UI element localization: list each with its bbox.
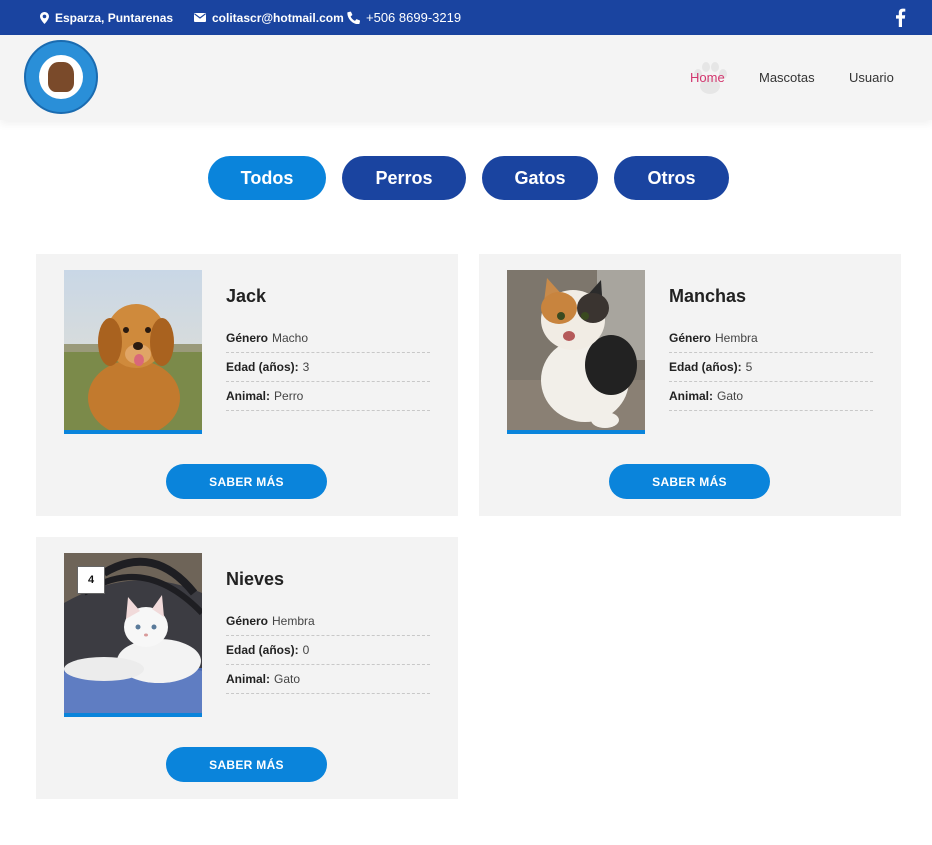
animal-value: Perro <box>274 389 304 403</box>
pet-name: Jack <box>226 286 267 306</box>
envelope-icon <box>194 13 206 22</box>
filter-perros-button[interactable]: Perros <box>342 156 466 200</box>
site-logo[interactable] <box>24 40 98 114</box>
pet-age-row: Edad (años): 3 <box>226 353 430 382</box>
age-label: Edad (años): <box>669 360 742 374</box>
pet-gender-row: Género Hembra <box>669 324 873 353</box>
saber-mas-button[interactable]: SABER MÁS <box>609 464 770 499</box>
gender-value: Hembra <box>272 614 315 628</box>
pet-gender-row: Género Macho <box>226 324 430 353</box>
gender-label: Género <box>669 331 712 345</box>
pet-photo: 4 <box>64 553 202 717</box>
map-pin-icon <box>40 11 49 24</box>
logo-dog-illustration <box>48 62 74 92</box>
gender-label: Género <box>226 331 269 345</box>
animal-value: Gato <box>717 389 744 403</box>
email-info[interactable]: colitascr@hotmail.com <box>194 0 344 35</box>
gender-label: Género <box>226 614 269 628</box>
pet-photo <box>507 270 645 434</box>
pet-name: Manchas <box>669 286 747 306</box>
site-header: Home Mascotas Usuario <box>0 35 932 120</box>
animal-label: Animal: <box>226 389 271 403</box>
animal-value: Gato <box>274 672 301 686</box>
email-text: colitascr@hotmail.com <box>212 10 344 25</box>
filter-gatos-button[interactable]: Gatos <box>482 156 598 200</box>
pet-age-row: Edad (años): 0 <box>226 636 430 665</box>
age-label: Edad (años): <box>226 360 299 374</box>
facebook-icon[interactable] <box>894 8 906 27</box>
saber-mas-button[interactable]: SABER MÁS <box>166 747 327 782</box>
animal-label: Animal: <box>226 672 271 686</box>
age-label: Edad (años): <box>226 643 299 657</box>
phone-icon <box>347 11 360 24</box>
pet-count-badge: 4 <box>77 566 105 594</box>
gender-value: Hembra <box>715 331 758 345</box>
nav-home[interactable]: Home <box>690 35 725 120</box>
pet-gender-row: Género Hembra <box>226 607 430 636</box>
pet-name: Nieves <box>226 569 285 589</box>
pet-card: Jack Género Macho Edad (años): 3 Animal: Pe… <box>36 254 458 516</box>
filter-todos-button[interactable]: Todos <box>208 156 326 200</box>
pet-card: 4 Nieves Género Hembra Edad (años): 0 Anim… <box>36 537 458 799</box>
filter-otros-button[interactable]: Otros <box>614 156 729 200</box>
phone-info[interactable]: +506 8699-3219 <box>347 0 461 35</box>
saber-mas-button[interactable]: SABER MÁS <box>166 464 327 499</box>
pet-animal-row: Animal: Gato <box>226 665 430 694</box>
location-text: Esparza, Puntarenas <box>55 10 174 25</box>
nav-usuario[interactable]: Usuario <box>849 35 894 120</box>
phone-text: +506 8699-3219 <box>366 10 462 25</box>
age-value: 5 <box>745 360 753 374</box>
animal-label: Animal: <box>669 389 714 403</box>
top-contact-bar: Esparza, Puntarenas colitascr@hotmail.co… <box>0 0 932 35</box>
age-value: 0 <box>302 643 310 657</box>
location-info: Esparza, Puntarenas <box>40 0 173 35</box>
age-value: 3 <box>302 360 310 374</box>
pet-age-row: Edad (años): 5 <box>669 353 873 382</box>
gender-value: Macho <box>272 331 309 345</box>
nav-mascotas[interactable]: Mascotas <box>759 35 815 120</box>
pet-animal-row: Animal: Perro <box>226 382 430 411</box>
pet-card: Manchas Género Hembra Edad (años): 5 Anima… <box>479 254 901 516</box>
pet-animal-row: Animal: Gato <box>669 382 873 411</box>
pet-photo <box>64 270 202 434</box>
